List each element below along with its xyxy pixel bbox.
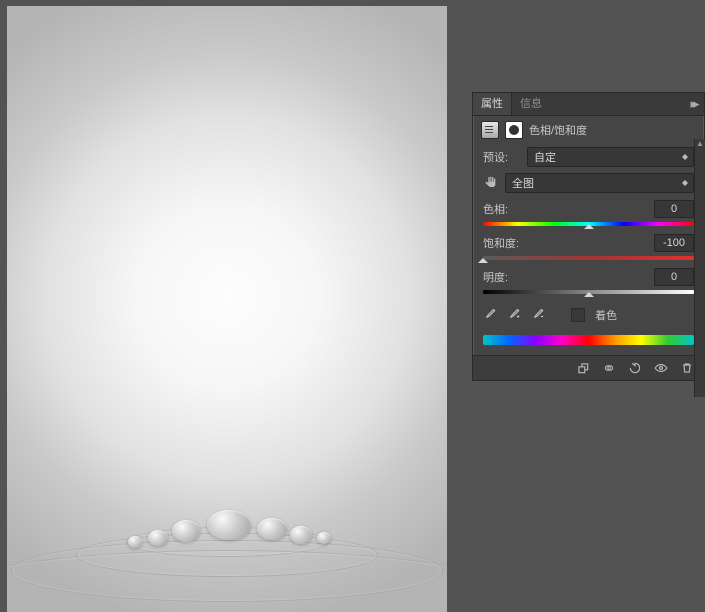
- saturation-label: 饱和度:: [483, 235, 519, 251]
- preset-label: 预设:: [483, 149, 521, 165]
- eyedropper-plus-icon[interactable]: [507, 306, 521, 323]
- adjustment-title: 色相/饱和度: [529, 122, 587, 138]
- lightness-slider[interactable]: [483, 290, 694, 294]
- lightness-value[interactable]: 0: [654, 268, 694, 286]
- hue-value[interactable]: 0: [654, 200, 694, 218]
- reset-icon[interactable]: [624, 359, 646, 377]
- spectrum-bar: [483, 335, 694, 345]
- saturation-slider[interactable]: [483, 256, 694, 260]
- eyedropper-minus-icon[interactable]: [531, 306, 545, 323]
- panel-scrollbar[interactable]: ▲: [694, 139, 705, 397]
- panel-tab-bar: 属性 信息 ▸▸: [473, 93, 704, 116]
- hue-slider-knob[interactable]: [584, 219, 594, 229]
- lightness-slider-knob[interactable]: [584, 287, 594, 297]
- document-canvas[interactable]: [7, 6, 447, 612]
- view-previous-icon[interactable]: [598, 359, 620, 377]
- hue-slider[interactable]: [483, 222, 694, 226]
- colorize-checkbox[interactable]: [571, 308, 585, 322]
- adjustment-icon: [481, 121, 499, 139]
- hand-scrubby-icon[interactable]: [483, 175, 499, 191]
- lightness-label: 明度:: [483, 269, 508, 285]
- visibility-icon[interactable]: [650, 359, 672, 377]
- properties-panel: 属性 信息 ▸▸ 色相/饱和度 预设: 自定 全图 色相: 0 饱和度: -10…: [472, 92, 705, 381]
- image-content: [7, 462, 447, 612]
- tab-info[interactable]: 信息: [512, 93, 550, 115]
- panel-footer: [473, 355, 704, 380]
- eyedropper-icon[interactable]: [483, 306, 497, 323]
- adjustment-header: 色相/饱和度: [473, 116, 704, 144]
- channel-select[interactable]: 全图: [505, 173, 694, 193]
- saturation-slider-knob[interactable]: [478, 253, 488, 263]
- colorize-label: 着色: [595, 307, 617, 323]
- hue-label: 色相:: [483, 201, 508, 217]
- preset-select[interactable]: 自定: [527, 147, 694, 167]
- tab-properties[interactable]: 属性: [473, 93, 512, 115]
- flyout-menu-icon[interactable]: ▸▸: [682, 96, 704, 112]
- mask-icon[interactable]: [505, 121, 523, 139]
- clip-to-layer-icon[interactable]: [572, 359, 594, 377]
- saturation-value[interactable]: -100: [654, 234, 694, 252]
